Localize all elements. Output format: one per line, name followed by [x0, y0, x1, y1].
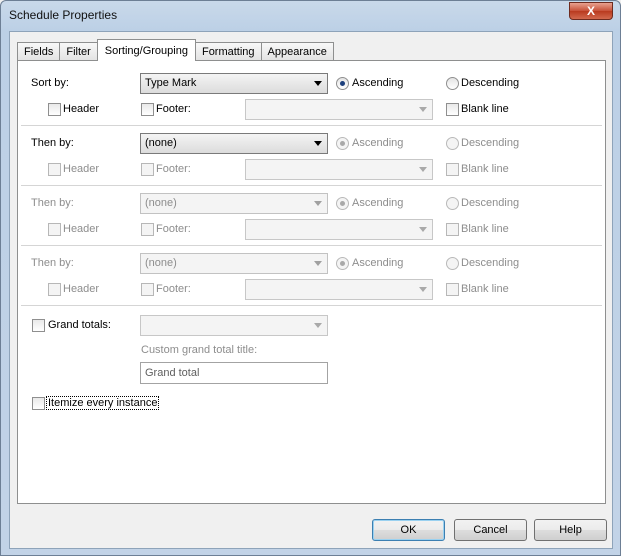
grand-totals-checkbox[interactable] — [32, 319, 45, 332]
separator — [21, 185, 602, 186]
then-by-2-blank-line-label: Blank line — [461, 223, 509, 235]
itemize-every-instance-checkbox[interactable] — [32, 397, 45, 410]
chevron-down-icon — [314, 323, 322, 328]
tab-strip: Fields Filter Sorting/Grouping Formattin… — [17, 39, 334, 61]
tab-filter[interactable]: Filter — [59, 42, 98, 61]
chevron-down-icon — [314, 141, 322, 146]
chevron-down-icon — [419, 167, 427, 172]
sort-by-descending-label: Descending — [461, 77, 520, 89]
separator — [21, 245, 602, 246]
sort-by-value: Type Mark — [145, 77, 197, 89]
sort-by-combo[interactable]: Type Mark — [140, 73, 328, 94]
then-by-1-combo[interactable]: (none) — [140, 133, 328, 154]
cancel-button[interactable]: Cancel — [454, 519, 527, 541]
then-by-2-descending-label: Descending — [461, 197, 520, 209]
then-by-2-ascending-radio[interactable] — [336, 197, 349, 210]
then-by-3-header-label: Header — [63, 283, 100, 295]
then-by-3-blank-line-label: Blank line — [461, 283, 509, 295]
then-by-1-blank-line-label: Blank line — [461, 163, 509, 175]
then-by-3-label: Then by: — [31, 257, 74, 269]
chevron-down-icon — [314, 261, 322, 266]
separator — [21, 125, 602, 126]
then-by-3-footer-label: Footer: — [156, 283, 191, 295]
chevron-down-icon — [419, 227, 427, 232]
then-by-3-blank-line-checkbox[interactable] — [446, 283, 459, 296]
window-title: Schedule Properties — [9, 8, 118, 22]
tab-fields[interactable]: Fields — [17, 42, 61, 61]
then-by-2-label: Then by: — [31, 197, 74, 209]
tab-formatting[interactable]: Formatting — [194, 42, 262, 61]
sort-by-ascending-label: Ascending — [352, 77, 404, 89]
then-by-1-footer-checkbox[interactable] — [141, 163, 154, 176]
then-by-2-descending-radio[interactable] — [446, 197, 459, 210]
then-by-1-footer-combo[interactable] — [245, 159, 433, 180]
then-by-1-header-label: Header — [63, 163, 100, 175]
tab-appearance[interactable]: Appearance — [260, 42, 334, 61]
then-by-3-footer-checkbox[interactable] — [141, 283, 154, 296]
then-by-3-ascending-radio[interactable] — [336, 257, 349, 270]
sort-by-blank-line-label: Blank line — [461, 103, 509, 115]
separator — [21, 305, 602, 306]
then-by-2-blank-line-checkbox[interactable] — [446, 223, 459, 236]
close-icon: X — [586, 4, 595, 18]
tab-sorting-grouping[interactable]: Sorting/Grouping — [96, 39, 196, 61]
custom-grand-total-title-label: Custom grand total title: — [141, 344, 258, 356]
sort-by-label: Sort by: — [31, 77, 69, 89]
sort-by-footer-label: Footer: — [156, 103, 191, 115]
sort-by-blank-line-checkbox[interactable] — [446, 103, 459, 116]
chevron-down-icon — [419, 107, 427, 112]
then-by-2-footer-combo[interactable] — [245, 219, 433, 240]
then-by-1-ascending-label: Ascending — [352, 137, 404, 149]
sort-by-header-label: Header — [63, 103, 100, 115]
then-by-3-ascending-label: Ascending — [352, 257, 404, 269]
then-by-1-footer-label: Footer: — [156, 163, 191, 175]
sort-by-ascending-radio[interactable] — [336, 77, 349, 90]
then-by-2-ascending-label: Ascending — [352, 197, 404, 209]
sort-by-descending-radio[interactable] — [446, 77, 459, 90]
then-by-1-value: (none) — [145, 137, 177, 149]
sort-by-footer-combo[interactable] — [245, 99, 433, 120]
then-by-3-descending-radio[interactable] — [446, 257, 459, 270]
then-by-1-blank-line-checkbox[interactable] — [446, 163, 459, 176]
then-by-2-footer-checkbox[interactable] — [141, 223, 154, 236]
schedule-properties-dialog: Schedule Properties X Fields Filter Sort… — [0, 0, 621, 556]
then-by-2-header-label: Header — [63, 223, 100, 235]
title-bar[interactable]: Schedule Properties X — [1, 1, 620, 31]
grand-totals-label: Grand totals: — [48, 319, 111, 331]
then-by-3-combo[interactable]: (none) — [140, 253, 328, 274]
ok-button[interactable]: OK — [372, 519, 445, 541]
itemize-every-instance-label: Itemize every instance — [46, 396, 160, 410]
then-by-1-header-checkbox[interactable] — [48, 163, 61, 176]
dialog-client-area: Fields Filter Sorting/Grouping Formattin… — [9, 31, 613, 549]
close-button[interactable]: X — [569, 2, 613, 20]
then-by-1-descending-radio[interactable] — [446, 137, 459, 150]
then-by-3-descending-label: Descending — [461, 257, 520, 269]
then-by-1-label: Then by: — [31, 137, 74, 149]
then-by-3-header-checkbox[interactable] — [48, 283, 61, 296]
grand-totals-combo[interactable] — [140, 315, 328, 336]
sorting-grouping-panel: Sort by: Type Mark Ascending Descending … — [17, 60, 606, 504]
then-by-3-value: (none) — [145, 257, 177, 269]
then-by-2-footer-label: Footer: — [156, 223, 191, 235]
chevron-down-icon — [419, 287, 427, 292]
sort-by-header-checkbox[interactable] — [48, 103, 61, 116]
chevron-down-icon — [314, 81, 322, 86]
custom-grand-total-title-input[interactable]: Grand total — [140, 362, 328, 384]
then-by-1-ascending-radio[interactable] — [336, 137, 349, 150]
then-by-2-value: (none) — [145, 197, 177, 209]
custom-grand-total-title-value: Grand total — [145, 367, 200, 379]
sort-by-footer-checkbox[interactable] — [141, 103, 154, 116]
then-by-3-footer-combo[interactable] — [245, 279, 433, 300]
then-by-2-header-checkbox[interactable] — [48, 223, 61, 236]
then-by-1-descending-label: Descending — [461, 137, 520, 149]
help-button[interactable]: Help — [534, 519, 607, 541]
chevron-down-icon — [314, 201, 322, 206]
then-by-2-combo[interactable]: (none) — [140, 193, 328, 214]
